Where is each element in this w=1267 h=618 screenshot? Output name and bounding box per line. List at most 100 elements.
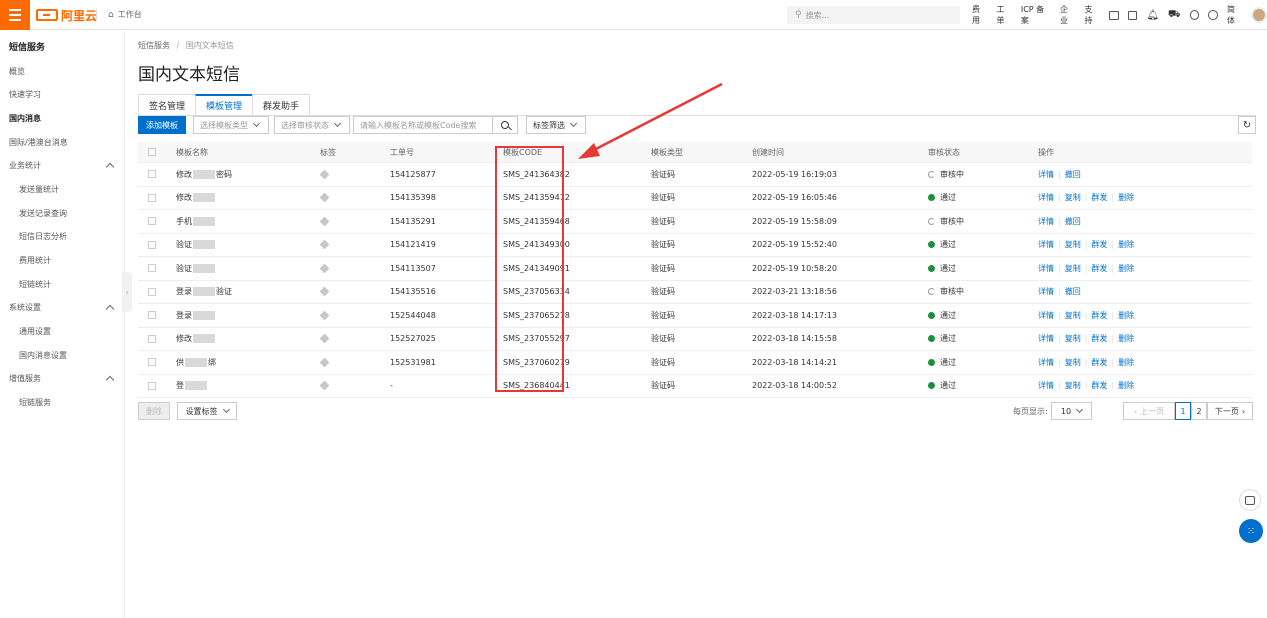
chevron-up-icon[interactable] bbox=[105, 304, 115, 314]
detail-link[interactable]: 详情 bbox=[1038, 286, 1054, 297]
copy-link[interactable]: 复制 bbox=[1065, 263, 1081, 274]
avatar[interactable] bbox=[1251, 7, 1267, 23]
per-page-select[interactable]: 10 bbox=[1051, 402, 1092, 420]
refresh-button[interactable]: ↻ bbox=[1238, 116, 1256, 134]
sidebar-group-stats[interactable]: 业务统计 bbox=[9, 160, 41, 171]
revoke-link[interactable]: 撤回 bbox=[1065, 216, 1081, 227]
copy-link[interactable]: 复制 bbox=[1065, 380, 1081, 391]
terminal-icon[interactable] bbox=[1108, 10, 1119, 20]
delete-link[interactable]: 删除 bbox=[1118, 310, 1134, 321]
menu-icon[interactable] bbox=[0, 0, 30, 30]
tag-icon[interactable] bbox=[319, 380, 330, 391]
tag-icon[interactable] bbox=[319, 192, 330, 203]
tag-icon[interactable] bbox=[319, 169, 330, 180]
template-type-select[interactable]: 选择模板类型 bbox=[193, 116, 269, 134]
delete-link[interactable]: 删除 bbox=[1118, 333, 1134, 344]
next-page-button[interactable]: 下一页 › bbox=[1207, 402, 1253, 420]
set-tag-button[interactable]: 设置标签 bbox=[177, 402, 237, 420]
tab-mass-send[interactable]: 群发助手 bbox=[252, 94, 311, 115]
mass-send-link[interactable]: 群发 bbox=[1091, 310, 1107, 321]
template-search-input[interactable]: 请输入模板名称或模板Code搜索 bbox=[353, 116, 493, 134]
search-button[interactable] bbox=[492, 116, 518, 134]
delete-link[interactable]: 删除 bbox=[1118, 263, 1134, 274]
delete-link[interactable]: 删除 bbox=[1118, 239, 1134, 250]
sidebar-item-overview[interactable]: 概览 bbox=[9, 66, 25, 77]
row-checkbox[interactable] bbox=[148, 217, 156, 226]
row-checkbox[interactable] bbox=[148, 170, 156, 179]
tag-icon[interactable] bbox=[319, 239, 330, 250]
detail-link[interactable]: 详情 bbox=[1038, 310, 1054, 321]
chevron-up-icon[interactable] bbox=[105, 162, 115, 172]
select-all-checkbox[interactable] bbox=[148, 148, 156, 156]
tag-icon[interactable] bbox=[319, 263, 330, 274]
mass-send-link[interactable]: 群发 bbox=[1091, 239, 1107, 250]
row-checkbox[interactable] bbox=[148, 311, 156, 320]
detail-link[interactable]: 详情 bbox=[1038, 239, 1054, 250]
detail-link[interactable]: 详情 bbox=[1038, 380, 1054, 391]
detail-link[interactable]: 详情 bbox=[1038, 263, 1054, 274]
nav-tickets[interactable]: 工单 bbox=[996, 4, 1011, 26]
prev-page-button[interactable]: ‹ 上一页 bbox=[1123, 402, 1175, 420]
batch-delete-button[interactable]: 删除 bbox=[138, 402, 170, 420]
apps-float-button[interactable]: ⁙ bbox=[1239, 519, 1263, 543]
delete-link[interactable]: 删除 bbox=[1118, 192, 1134, 203]
tag-icon[interactable] bbox=[319, 286, 330, 297]
revoke-link[interactable]: 撤回 bbox=[1065, 169, 1081, 180]
detail-link[interactable]: 详情 bbox=[1038, 192, 1054, 203]
sidebar-item-send-stats[interactable]: 发送量统计 bbox=[19, 184, 59, 195]
row-checkbox[interactable] bbox=[148, 287, 156, 296]
detail-link[interactable]: 详情 bbox=[1038, 216, 1054, 227]
mass-send-link[interactable]: 群发 bbox=[1091, 357, 1107, 368]
copy-link[interactable]: 复制 bbox=[1065, 239, 1081, 250]
language-switch[interactable]: 简体 bbox=[1227, 4, 1242, 26]
sidebar-item-shortlink-stats[interactable]: 短链统计 bbox=[19, 279, 51, 290]
copy-link[interactable]: 复制 bbox=[1065, 333, 1081, 344]
sidebar-item-shortlink-service[interactable]: 短链服务 bbox=[19, 397, 51, 408]
status-select[interactable]: 选择审核状态 bbox=[274, 116, 350, 134]
revoke-link[interactable]: 撤回 bbox=[1065, 286, 1081, 297]
detail-link[interactable]: 详情 bbox=[1038, 333, 1054, 344]
row-checkbox[interactable] bbox=[148, 358, 156, 367]
nav-icp[interactable]: ICP 备案 bbox=[1021, 4, 1051, 26]
row-checkbox[interactable] bbox=[148, 264, 156, 273]
help-icon[interactable] bbox=[1208, 10, 1219, 20]
workbench-link[interactable]: ⌂ 工作台 bbox=[108, 9, 142, 20]
tab-signatures[interactable]: 签名管理 bbox=[138, 94, 197, 115]
message-icon[interactable] bbox=[1127, 10, 1138, 20]
sidebar-item-fee-stats[interactable]: 费用统计 bbox=[19, 255, 51, 266]
delete-link[interactable]: 删除 bbox=[1118, 357, 1134, 368]
row-checkbox[interactable] bbox=[148, 193, 156, 202]
sidebar-item-international[interactable]: 国际/港澳台消息 bbox=[9, 137, 68, 148]
sidebar-collapse-handle[interactable]: ‹ bbox=[122, 272, 132, 312]
nav-support[interactable]: 支持 bbox=[1084, 4, 1099, 26]
tag-filter-select[interactable]: 标签筛选 bbox=[526, 116, 586, 134]
mass-send-link[interactable]: 群发 bbox=[1091, 380, 1107, 391]
row-checkbox[interactable] bbox=[148, 381, 156, 390]
row-checkbox[interactable] bbox=[148, 240, 156, 249]
sidebar-group-system[interactable]: 系统设置 bbox=[9, 302, 41, 313]
aliyun-logo[interactable]: 阿里云 bbox=[36, 7, 97, 23]
sidebar-item-domestic-settings[interactable]: 国内消息设置 bbox=[19, 350, 67, 361]
feedback-float-button[interactable] bbox=[1239, 489, 1261, 511]
tag-icon[interactable] bbox=[319, 333, 330, 344]
mass-send-link[interactable]: 群发 bbox=[1091, 192, 1107, 203]
location-icon[interactable] bbox=[1189, 10, 1200, 20]
mass-send-link[interactable]: 群发 bbox=[1091, 333, 1107, 344]
page-2-button[interactable]: 2 bbox=[1191, 402, 1207, 420]
mass-send-link[interactable]: 群发 bbox=[1091, 263, 1107, 274]
detail-link[interactable]: 详情 bbox=[1038, 169, 1054, 180]
global-search-input[interactable]: ⚲ 搜索... bbox=[787, 6, 960, 24]
bell-icon[interactable]: 🔔︎ bbox=[1146, 10, 1159, 21]
tag-icon[interactable] bbox=[319, 310, 330, 321]
sidebar-item-domestic[interactable]: 国内消息 bbox=[9, 113, 41, 124]
page-1-button[interactable]: 1 bbox=[1175, 402, 1191, 420]
sidebar-item-general-settings[interactable]: 通用设置 bbox=[19, 326, 51, 337]
cart-icon[interactable]: ⛟ bbox=[1168, 9, 1181, 22]
copy-link[interactable]: 复制 bbox=[1065, 192, 1081, 203]
tab-templates[interactable]: 模板管理 bbox=[195, 94, 254, 115]
add-template-button[interactable]: 添加模板 bbox=[138, 116, 186, 134]
row-checkbox[interactable] bbox=[148, 334, 156, 343]
sidebar-item-quickstart[interactable]: 快速学习 bbox=[9, 89, 41, 100]
sidebar-item-send-records[interactable]: 发送记录查询 bbox=[19, 208, 67, 219]
nav-fees[interactable]: 费用 bbox=[972, 4, 987, 26]
